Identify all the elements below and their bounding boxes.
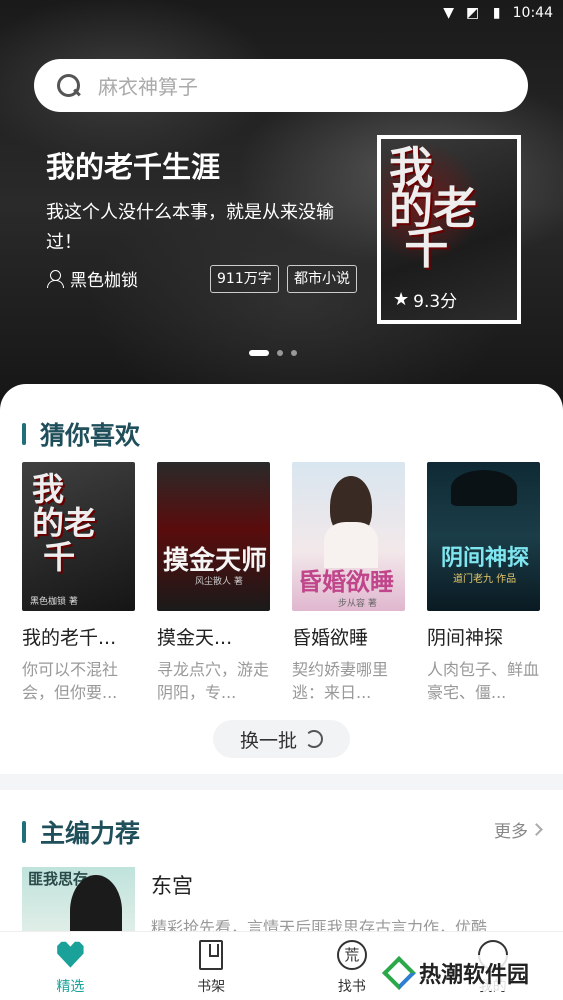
banner-book-description: 我这个人没什么本事，就是从来没输过！ xyxy=(46,202,334,253)
recommended-book-title[interactable]: 东宫 xyxy=(151,870,193,900)
watermark-logo-icon xyxy=(382,956,416,990)
battery-icon: ▮ xyxy=(492,5,501,21)
user-icon xyxy=(46,269,64,288)
status-bar: ▼ ◩ ▮ 10:44 xyxy=(0,0,563,26)
guess-you-like-section: 猜你喜欢 我的老 千 黑色枷锁 著 我的老千... 你可以不混社会，但你要...… xyxy=(0,384,563,774)
search-placeholder: 麻衣神算子 xyxy=(98,75,198,99)
banner-author-name: 黑色枷锁 xyxy=(70,271,138,291)
guess-book-list: 我的老 千 黑色枷锁 著 我的老千... 你可以不混社会，但你要... 摸金天师… xyxy=(22,462,540,704)
more-label: 更多 xyxy=(494,822,528,842)
nav-label: 找书 xyxy=(337,979,366,995)
book-cover[interactable]: 摸金天师 风尘散人 著 xyxy=(157,462,270,611)
guess-title-text: 猜你喜欢 xyxy=(40,421,141,450)
book-description: 契约娇妻哪里逃：来日... xyxy=(292,660,389,702)
nav-bookshelf[interactable]: 书架 xyxy=(141,932,282,1000)
book-title[interactable]: 昏婚欲睡 xyxy=(292,623,405,650)
book-title[interactable]: 我的老千... xyxy=(22,623,135,650)
nav-featured[interactable]: 精选 xyxy=(0,932,141,1000)
book-cover[interactable]: 我的老 千 黑色枷锁 著 xyxy=(22,462,135,611)
banner-book-title[interactable]: 我的老千生涯 xyxy=(46,144,220,186)
refresh-icon xyxy=(305,730,323,748)
banner-tag-category: 都市小说 xyxy=(287,265,357,293)
swap-batch-label: 换一批 xyxy=(239,729,297,752)
book-card[interactable]: 我的老 千 黑色枷锁 著 我的老千... 你可以不混社会，但你要... xyxy=(22,462,135,704)
wifi-icon: ▼ xyxy=(443,5,455,21)
search-bar[interactable]: 麻衣神算子 xyxy=(34,59,528,112)
section-bar xyxy=(22,821,26,843)
banner-rating-value: 9.3分 xyxy=(413,292,458,312)
banner-cover-art: 我的老 千 xyxy=(389,143,477,274)
nav-label: 精选 xyxy=(56,979,85,995)
signal-icon: ◩ xyxy=(466,5,480,21)
carousel-dot-2[interactable] xyxy=(277,350,283,356)
book-card[interactable]: 阴间神探 道门老九 作品 阴间神探 人肉包子、鲜血豪宅、僵... xyxy=(427,462,540,704)
watermark-text: 热潮软件园 xyxy=(419,963,530,988)
book-cover[interactable]: 昏婚欲睡 步从容 著 xyxy=(292,462,405,611)
book-cover[interactable]: 阴间神探 道门老九 作品 xyxy=(427,462,540,611)
chevron-right-icon xyxy=(530,823,543,836)
carousel-dot-3[interactable] xyxy=(291,350,297,356)
swap-batch-button[interactable]: 换一批 xyxy=(213,720,350,758)
banner-rating: ★ 9.3分 xyxy=(393,287,457,312)
status-time: 10:44 xyxy=(512,5,553,21)
find-book-icon: 荒 xyxy=(336,940,367,970)
banner-tag-wordcount: 911万字 xyxy=(210,265,279,293)
section-bar xyxy=(22,423,26,445)
banner-author: 黑色枷锁 xyxy=(46,266,138,291)
banner-book-cover[interactable]: 我的老 千 ★ 9.3分 xyxy=(377,135,521,324)
more-link[interactable]: 更多 xyxy=(494,817,543,842)
book-description: 你可以不混社会，但你要... xyxy=(22,660,119,702)
book-description: 人肉包子、鲜血豪宅、僵... xyxy=(427,660,540,702)
watermark: 热潮软件园 xyxy=(381,955,536,991)
cover-figure xyxy=(451,470,517,506)
book-title[interactable]: 摸金天... xyxy=(157,623,270,650)
search-icon xyxy=(56,73,82,99)
editor-picks-title: 主编力荐 xyxy=(22,814,140,850)
heart-icon xyxy=(57,941,84,968)
banner-carousel[interactable]: ▼ ◩ ▮ 10:44 麻衣神算子 我的老千生涯 我这个人没什么本事，就是从来没… xyxy=(0,0,563,410)
book-card[interactable]: 摸金天师 风尘散人 著 摸金天... 寻龙点穴，游走阴阳，专... xyxy=(157,462,270,704)
book-description: 寻龙点穴，游走阴阳，专... xyxy=(157,660,270,702)
nav-label: 书架 xyxy=(197,979,226,995)
carousel-indicator xyxy=(249,350,297,356)
bookshelf-icon xyxy=(199,940,224,970)
book-title[interactable]: 阴间神探 xyxy=(427,623,540,650)
book-card[interactable]: 昏婚欲睡 步从容 著 昏婚欲睡 契约娇妻哪里逃：来日... xyxy=(292,462,405,704)
carousel-dot-1[interactable] xyxy=(249,350,269,356)
guess-section-title: 猜你喜欢 xyxy=(22,416,140,452)
editor-picks-title-text: 主编力荐 xyxy=(40,819,141,848)
star-icon: ★ xyxy=(393,289,410,310)
